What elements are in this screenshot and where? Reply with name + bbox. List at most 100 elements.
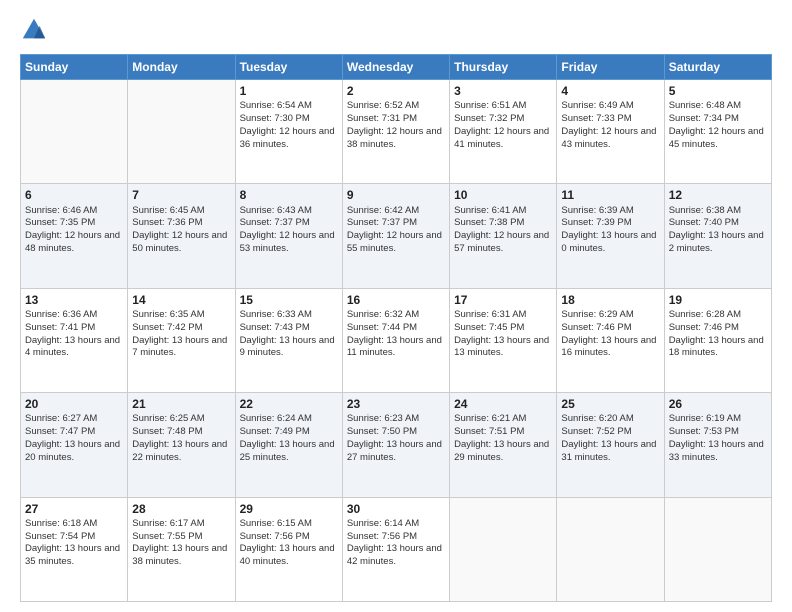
daylight-text: Daylight: 13 hours and 2 minutes. [669, 230, 764, 254]
calendar-day-cell: 1Sunrise: 6:54 AMSunset: 7:30 PMDaylight… [235, 80, 342, 184]
sunset-text: Sunset: 7:56 PM [240, 531, 310, 542]
daylight-text: Daylight: 13 hours and 40 minutes. [240, 543, 335, 567]
sunrise-text: Sunrise: 6:28 AM [669, 309, 741, 320]
sunrise-text: Sunrise: 6:23 AM [347, 413, 419, 424]
calendar-day-cell: 10Sunrise: 6:41 AMSunset: 7:38 PMDayligh… [450, 184, 557, 288]
calendar-day-header: Tuesday [235, 55, 342, 80]
daylight-text: Daylight: 13 hours and 35 minutes. [25, 543, 120, 567]
sunset-text: Sunset: 7:49 PM [240, 426, 310, 437]
sunrise-text: Sunrise: 6:17 AM [132, 518, 204, 529]
daylight-text: Daylight: 13 hours and 20 minutes. [25, 439, 120, 463]
daylight-text: Daylight: 12 hours and 36 minutes. [240, 126, 335, 150]
calendar-day-cell: 11Sunrise: 6:39 AMSunset: 7:39 PMDayligh… [557, 184, 664, 288]
daylight-text: Daylight: 13 hours and 42 minutes. [347, 543, 442, 567]
sunrise-text: Sunrise: 6:38 AM [669, 205, 741, 216]
sunrise-text: Sunrise: 6:24 AM [240, 413, 312, 424]
sunrise-text: Sunrise: 6:43 AM [240, 205, 312, 216]
daylight-text: Daylight: 13 hours and 0 minutes. [561, 230, 656, 254]
daylight-text: Daylight: 13 hours and 27 minutes. [347, 439, 442, 463]
sunrise-text: Sunrise: 6:29 AM [561, 309, 633, 320]
sunset-text: Sunset: 7:46 PM [669, 322, 739, 333]
day-number: 28 [132, 501, 230, 517]
calendar-day-cell: 28Sunrise: 6:17 AMSunset: 7:55 PMDayligh… [128, 497, 235, 601]
day-number: 19 [669, 292, 767, 308]
sunset-text: Sunset: 7:54 PM [25, 531, 95, 542]
calendar-day-cell: 14Sunrise: 6:35 AMSunset: 7:42 PMDayligh… [128, 288, 235, 392]
daylight-text: Daylight: 13 hours and 22 minutes. [132, 439, 227, 463]
calendar-day-cell: 17Sunrise: 6:31 AM Sunset: 7:45 PM Dayligh… [450, 288, 557, 392]
day-number: 16 [347, 292, 445, 308]
calendar-day-cell [557, 497, 664, 601]
sunset-text: Sunset: 7:42 PM [132, 322, 202, 333]
daylight-text: Daylight: 12 hours and 38 minutes. [347, 126, 442, 150]
day-number: 24 [454, 396, 552, 412]
calendar-week-row: 27Sunrise: 6:18 AMSunset: 7:54 PMDayligh… [21, 497, 772, 601]
sunrise-text: Sunrise: 6:25 AM [132, 413, 204, 424]
sunrise-text: Sunrise: 6:46 AM [25, 205, 97, 216]
calendar-day-header: Sunday [21, 55, 128, 80]
day-number: 5 [669, 83, 767, 99]
sunrise-text: Sunrise: 6:42 AM [347, 205, 419, 216]
daylight-text: Daylight: 12 hours and 48 minutes. [25, 230, 120, 254]
day-number: 13 [25, 292, 123, 308]
calendar-day-cell [450, 497, 557, 601]
sunset-text: Sunset: 7:33 PM [561, 113, 631, 124]
calendar-day-header: Wednesday [342, 55, 449, 80]
calendar-day-cell: 5Sunrise: 6:48 AMSunset: 7:34 PMDaylight… [664, 80, 771, 184]
daylight-text: Daylight: 13 hours and 4 minutes. [25, 335, 120, 359]
sunset-text: Sunset: 7:44 PM [347, 322, 417, 333]
sunrise-text: Sunrise: 6:45 AM [132, 205, 204, 216]
sunset-text: Sunset: 7:43 PM [240, 322, 310, 333]
sunrise-text: Sunrise: 6:18 AM [25, 518, 97, 529]
sunset-text: Sunset: 7:46 PM [561, 322, 631, 333]
sunset-text: Sunset: 7:55 PM [132, 531, 202, 542]
sunrise-text: Sunrise: 6:31 AM [454, 309, 526, 320]
sunrise-text: Sunrise: 6:36 AM [25, 309, 97, 320]
calendar-day-cell: 4Sunrise: 6:49 AMSunset: 7:33 PMDaylight… [557, 80, 664, 184]
daylight-text: Daylight: 12 hours and 57 minutes. [454, 230, 549, 254]
sunrise-text: Sunrise: 6:52 AM [347, 100, 419, 111]
calendar-day-cell: 12Sunrise: 6:38 AMSunset: 7:40 PMDayligh… [664, 184, 771, 288]
daylight-text: Daylight: 12 hours and 45 minutes. [669, 126, 764, 150]
day-number: 20 [25, 396, 123, 412]
daylight-text: Daylight: 12 hours and 43 minutes. [561, 126, 656, 150]
day-number: 3 [454, 83, 552, 99]
daylight-text: Daylight: 13 hours and 18 minutes. [669, 335, 764, 359]
day-number: 21 [132, 396, 230, 412]
sunset-text: Sunset: 7:32 PM [454, 113, 524, 124]
calendar-day-cell: 6Sunrise: 6:46 AMSunset: 7:35 PMDaylight… [21, 184, 128, 288]
calendar-day-cell [664, 497, 771, 601]
sunrise-text: Sunrise: 6:41 AM [454, 205, 526, 216]
calendar-day-cell: 24Sunrise: 6:21 AMSunset: 7:51 PMDayligh… [450, 393, 557, 497]
day-number: 11 [561, 187, 659, 203]
sunset-text: Sunset: 7:51 PM [454, 426, 524, 437]
calendar-day-cell: 30Sunrise: 6:14 AMSunset: 7:56 PMDayligh… [342, 497, 449, 601]
day-number: 17 [454, 292, 552, 308]
sunset-text: Sunset: 7:30 PM [240, 113, 310, 124]
sunset-text: Sunset: 7:50 PM [347, 426, 417, 437]
calendar-day-cell: 7Sunrise: 6:45 AMSunset: 7:36 PMDaylight… [128, 184, 235, 288]
sunset-text: Sunset: 7:48 PM [132, 426, 202, 437]
day-number: 14 [132, 292, 230, 308]
sunrise-text: Sunrise: 6:14 AM [347, 518, 419, 529]
sunset-text: Sunset: 7:56 PM [347, 531, 417, 542]
calendar-day-cell: 25Sunrise: 6:20 AMSunset: 7:52 PMDayligh… [557, 393, 664, 497]
sunset-text: Sunset: 7:31 PM [347, 113, 417, 124]
sunset-text: Sunset: 7:37 PM [347, 217, 417, 228]
day-number: 26 [669, 396, 767, 412]
logo-icon [20, 16, 48, 44]
calendar-day-cell: 26Sunrise: 6:19 AMSunset: 7:53 PMDayligh… [664, 393, 771, 497]
calendar-day-cell: 9Sunrise: 6:42 AMSunset: 7:37 PMDaylight… [342, 184, 449, 288]
daylight-text: Daylight: 13 hours and 13 minutes. [454, 335, 549, 359]
day-number: 1 [240, 83, 338, 99]
sunset-text: Sunset: 7:45 PM [454, 322, 524, 333]
sunset-text: Sunset: 7:35 PM [25, 217, 95, 228]
day-number: 27 [25, 501, 123, 517]
calendar-week-row: 1Sunrise: 6:54 AMSunset: 7:30 PMDaylight… [21, 80, 772, 184]
sunset-text: Sunset: 7:53 PM [669, 426, 739, 437]
day-number: 15 [240, 292, 338, 308]
calendar-day-cell: 2Sunrise: 6:52 AMSunset: 7:31 PMDaylight… [342, 80, 449, 184]
calendar-day-header: Thursday [450, 55, 557, 80]
calendar-day-cell: 15Sunrise: 6:33 AMSunset: 7:43 PMDayligh… [235, 288, 342, 392]
sunrise-text: Sunrise: 6:32 AM [347, 309, 419, 320]
